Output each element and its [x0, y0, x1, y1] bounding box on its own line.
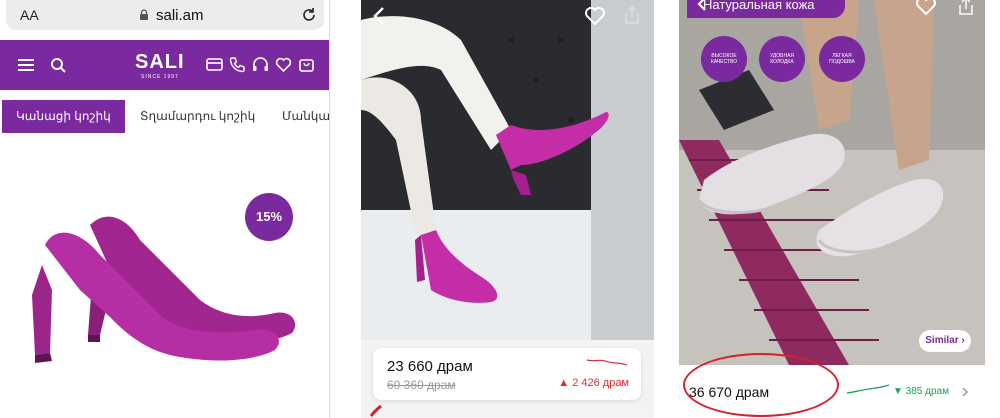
logo-tagline: SINCE 1997 — [141, 74, 179, 80]
sali-web-panel: AA sali.am SALI SINCE 1997 Կանացի կոշիկ … — [0, 0, 330, 418]
price-change: ▼ 385 драм — [893, 386, 949, 397]
chevron-right-icon[interactable] — [961, 386, 969, 398]
menu-icon[interactable] — [18, 58, 34, 72]
share-icon[interactable] — [957, 0, 975, 16]
red-annotation-mark — [369, 404, 382, 417]
feature-badge-light-sole: Легкая подошва — [819, 36, 865, 82]
favorite-icon[interactable] — [915, 0, 937, 16]
price-trend-sparkline — [586, 359, 628, 366]
category-tabs: Կանացի կոշիկ Տղամարդու կոշիկ Մանկակ — [0, 100, 329, 133]
site-header: SALI SINCE 1997 — [0, 40, 329, 90]
product-photo-legs[interactable] — [361, 0, 654, 340]
material-badge-label: Натуральная кожа — [703, 0, 815, 12]
url-text[interactable]: sali.am — [156, 7, 204, 24]
current-price: 23 660 драм — [387, 358, 473, 375]
search-icon[interactable] — [50, 57, 66, 73]
phone-icon[interactable] — [229, 56, 246, 73]
price-change: ▲ 2 426 драм — [558, 377, 629, 389]
tab-womens-shoes[interactable]: Կանացի կոշիկ — [2, 100, 125, 133]
price-card[interactable]: 23 660 драм 60 360 драм ▲ 2 426 драм — [373, 348, 641, 400]
browser-address-bar[interactable]: AA sali.am — [6, 0, 324, 30]
back-icon[interactable] — [697, 0, 707, 12]
page-edge — [986, 0, 1000, 418]
share-icon[interactable] — [623, 5, 641, 25]
text-size-button[interactable]: AA — [20, 7, 39, 23]
feature-badge-quality: Высокое качество — [701, 36, 747, 82]
feature-badge-comfort: Удобная колодка — [759, 36, 805, 82]
bag-icon[interactable] — [298, 56, 315, 73]
similar-button[interactable]: Similar › — [919, 330, 971, 352]
product-photo-panel: 23 660 драм 60 360 драм ▲ 2 426 драм — [361, 0, 654, 418]
back-icon[interactable] — [371, 6, 387, 26]
lock-icon — [140, 9, 148, 20]
favorite-icon[interactable] — [584, 6, 606, 26]
card-icon[interactable] — [206, 56, 223, 73]
headset-icon[interactable] — [252, 56, 269, 73]
heart-icon[interactable] — [275, 56, 292, 73]
discount-badge: 15% — [245, 193, 293, 241]
product-detail-panel: Натуральная кожа Высокое качество Удобна… — [679, 0, 985, 418]
tab-kids-shoes[interactable]: Մանկակ — [282, 100, 329, 133]
material-badge[interactable]: Натуральная кожа — [687, 0, 845, 18]
price-trend-sparkline — [846, 384, 890, 394]
reload-icon[interactable] — [300, 6, 318, 24]
old-price: 60 360 драм — [387, 378, 456, 392]
red-circle-annotation — [683, 353, 839, 417]
tab-mens-shoes[interactable]: Տղամարդու կոշիկ — [140, 100, 255, 133]
site-logo[interactable]: SALI — [135, 51, 185, 74]
